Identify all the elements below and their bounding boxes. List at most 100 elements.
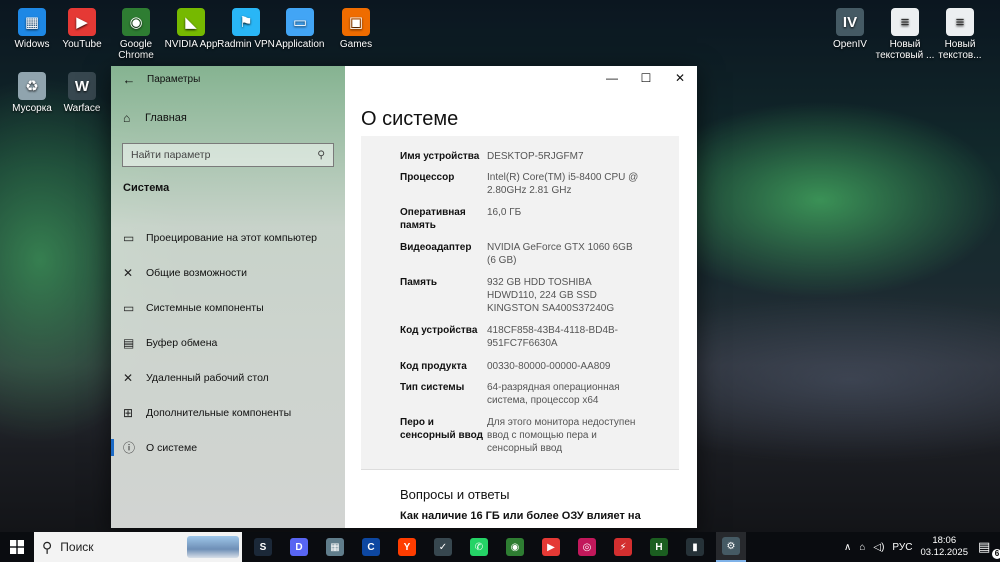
network-icon[interactable]: ⌂ [859, 542, 865, 553]
spec-label: Процессор [400, 172, 455, 183]
minimize-button[interactable]: — [595, 66, 629, 90]
taskbar-app-button[interactable]: D [284, 532, 314, 562]
page-title: О системе [361, 108, 459, 130]
sidebar-item[interactable]: ✕ Общие возможности [111, 255, 345, 290]
clock-time: 18:06 [932, 535, 957, 546]
desktop-icon[interactable]: ▭ Application [268, 4, 332, 50]
volume-icon[interactable]: ◁) [873, 542, 884, 553]
remote-desktop-icon: ✕ [123, 370, 134, 385]
faq-title: Вопросы и ответы [400, 487, 510, 502]
search-icon: ⚲ [317, 149, 325, 161]
sidebar-item[interactable]: ⓘ О системе [111, 430, 345, 465]
back-arrow-icon[interactable]: ← [111, 72, 147, 87]
nav-home[interactable]: ⌂ Главная [123, 111, 187, 125]
taskbar-app-button[interactable]: ◉ [500, 532, 530, 562]
desktop-icon[interactable]: ▣ Games [324, 4, 388, 50]
sidebar-item-label: Проецирование на этот компьютер [146, 231, 317, 244]
shared-icon: ✕ [123, 265, 134, 280]
clipboard-icon: ▤ [123, 335, 135, 350]
search-input[interactable]: Найти параметр ⚲ [122, 143, 334, 167]
sidebar-item[interactable]: ▭ Системные компоненты [111, 290, 345, 325]
app-icon: W [68, 72, 96, 100]
sidebar-item[interactable]: ▭ Проецирование на этот компьютер [111, 220, 345, 255]
taskbar-app-button[interactable]: ▶ [536, 532, 566, 562]
spec-value: 932 GB HDD TOSHIBA HDWD110, 224 GB SSD K… [487, 277, 615, 314]
projector-icon: ▭ [123, 230, 135, 245]
home-icon: ⌂ [123, 111, 131, 125]
taskbar-app-button[interactable]: ⚡ [608, 532, 638, 562]
app-icon: ✓ [434, 538, 452, 556]
taskbar-app-button[interactable]: Y [392, 532, 422, 562]
app-icon: ◉ [122, 8, 150, 36]
close-button[interactable]: ✕ [663, 66, 697, 90]
taskbar-app-button[interactable]: ▮ [680, 532, 710, 562]
spec-label: Код устройства [400, 325, 478, 336]
spec-label: Имя устройства [400, 151, 480, 162]
instagram-icon: ◎ [578, 538, 596, 556]
desktop-icon[interactable]: W Warface [50, 68, 114, 114]
sidebar-item[interactable]: ▤ Буфер обмена [111, 325, 345, 360]
sidebar-item-label: Буфер обмена [146, 336, 218, 349]
app-icon: ▭ [286, 8, 314, 36]
app-icon: C [362, 538, 380, 556]
app-icon: ▮ [686, 538, 704, 556]
faq-question-link[interactable]: Как наличие 16 ГБ или более ОЗУ влияет н… [400, 510, 641, 522]
app-icon: ⚡ [614, 538, 632, 556]
window-controls: — ☐ ✕ [595, 66, 697, 90]
taskbar-app-button[interactable]: ✆ [464, 532, 494, 562]
start-button[interactable] [0, 532, 34, 562]
sidebar-item-label: Дополнительные компоненты [146, 406, 292, 419]
notification-center-icon[interactable]: ▤ 6 [978, 539, 1000, 559]
desktop-icon-label: Новый текстов... [938, 39, 982, 61]
desktop-icon-label: Application [275, 39, 325, 50]
sidebar-item-label: Удаленный рабочий стол [146, 371, 269, 384]
taskbar-search-placeholder: Поиск [60, 540, 94, 554]
spec-label: Оперативная память [400, 207, 466, 231]
nav-home-label: Главная [145, 112, 187, 124]
settings-window: ← Параметры ⌂ Главная Найти параметр ⚲ С… [111, 66, 697, 528]
sidebar-item[interactable]: ✕ Удаленный рабочий стол [111, 360, 345, 395]
language-indicator[interactable]: РУС [892, 542, 912, 553]
taskbar-app-button[interactable]: ▦ [320, 532, 350, 562]
spec-value: 16,0 ГБ [487, 207, 522, 218]
taskbar-app-button[interactable]: ✓ [428, 532, 458, 562]
spec-value: DESKTOP-5RJGFM7 [487, 151, 584, 162]
youtube-icon: ▶ [542, 538, 560, 556]
maximize-button[interactable]: ☐ [629, 66, 663, 90]
system-tray: ∧ ⌂ ◁) РУС 18:06 03.12.2025 ▤ 6 [844, 532, 1000, 562]
chrome-icon: ◉ [506, 538, 524, 556]
device-specs-panel: Имя устройства DESKTOP-5RJGFM7 Процессор In… [361, 136, 679, 470]
clock[interactable]: 18:06 03.12.2025 [920, 535, 968, 559]
desktop-icon[interactable]: ≡ Новый текстов... [928, 4, 992, 61]
app-icon: ▶ [68, 8, 96, 36]
desktop-icon-label: Games [339, 39, 373, 50]
taskbar-app-button[interactable]: S [248, 532, 278, 562]
notification-count: 6 [992, 549, 1000, 559]
window-title: Параметры [147, 73, 201, 85]
sidebar-item[interactable]: ⊞ Дополнительные компоненты [111, 395, 345, 430]
spec-value: NVIDIA GeForce GTX 1060 6GB (6 GB) [487, 242, 633, 266]
settings-sidebar: ← Параметры ⌂ Главная Найти параметр ⚲ С… [111, 66, 345, 528]
search-highlight-image[interactable] [187, 536, 239, 558]
spec-label: Перо и сенсорный ввод [400, 417, 483, 441]
taskbar-app-button[interactable]: H [644, 532, 674, 562]
spec-value: 00330-80000-00000-AA809 [487, 361, 611, 372]
taskbar-app-button[interactable]: ⚙ [716, 532, 746, 562]
nav-list: ▭ Проецирование на этот компьютер ✕ Общие в… [111, 220, 345, 465]
spec-value: 418CF858-43B4-4118-BD4B-951FC7F6630A [487, 325, 619, 349]
taskbar: ⚲ Поиск S D ▦ C Y ✓ ✆ ◉ ▶ ◎ ⚡ H ▮ ⚙ ∧ ⌂ ◁) РУС 18:06 … [0, 532, 1000, 562]
app-icon: ▦ [18, 8, 46, 36]
app-icon: ≡ [946, 8, 974, 36]
chevron-up-icon[interactable]: ∧ [844, 542, 851, 553]
search-placeholder: Найти параметр [131, 149, 211, 161]
taskbar-app-button[interactable]: C [356, 532, 386, 562]
clock-date: 03.12.2025 [920, 547, 968, 558]
steam-icon: S [254, 538, 272, 556]
taskbar-search[interactable]: ⚲ Поиск [34, 532, 242, 562]
spec-label: Тип системы [400, 382, 465, 393]
spec-value: 64-разрядная операционная система, проце… [487, 382, 620, 406]
sidebar-item-label: О системе [146, 441, 198, 454]
settings-content: — ☐ ✕ О системе Имя устройства DESKTOP-5R… [345, 66, 697, 528]
yandex-browser-icon: Y [398, 538, 416, 556]
taskbar-app-button[interactable]: ◎ [572, 532, 602, 562]
